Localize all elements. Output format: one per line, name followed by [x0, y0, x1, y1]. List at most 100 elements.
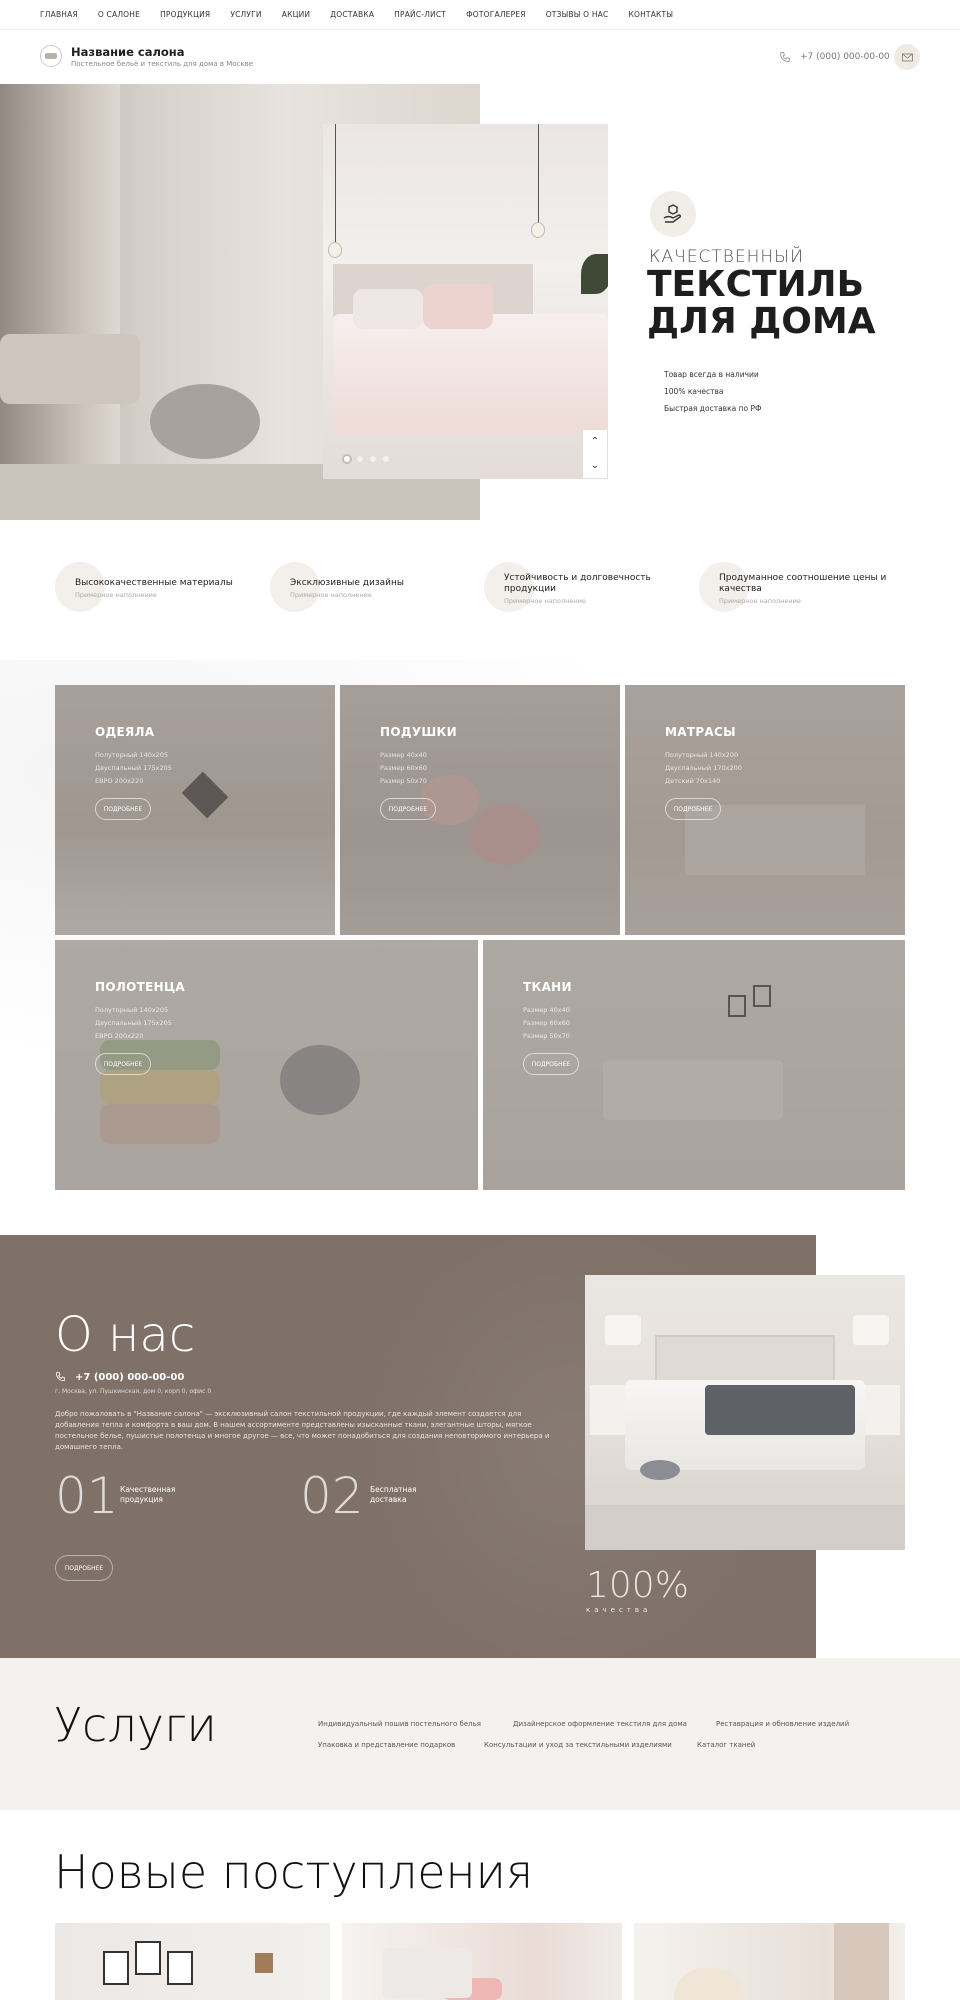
tile-line: Полуторный 140х205: [95, 751, 169, 759]
site-subtitle: Постельное бельё и текстиль для дома в М…: [71, 60, 254, 68]
quality-percent: 100%: [586, 1565, 689, 1606]
hero-title: ТЕКСТИЛЬ ДЛЯ ДОМА: [647, 266, 876, 340]
tile-line: Полуторный 140х200: [665, 751, 739, 759]
service-link[interactable]: Каталог тканей: [697, 1741, 755, 1749]
catalog-tile-mattresses[interactable]: МАТРАСЫ Полуторный 140х200 Двуспальный 1…: [625, 685, 905, 935]
about-bedroom-photo: [585, 1275, 905, 1550]
tile-title: МАТРАСЫ: [665, 725, 736, 739]
tile-line: Детский 70х140: [665, 777, 721, 785]
tile-line: ЕВРО 200х220: [95, 1032, 144, 1040]
feature-title: Устойчивость и долговечность продукции: [504, 573, 651, 594]
new-arrivals-title: Новые поступления: [54, 1845, 534, 1899]
tile-title: ОДЕЯЛА: [95, 725, 155, 739]
tile-line: Двуспальный 170х200: [665, 764, 742, 772]
feature-title: Высококачественные материалы: [75, 578, 233, 588]
nav-reviews[interactable]: ОТЗЫВЫ О НАС: [546, 10, 609, 19]
tile-title: ПОЛОТЕНЦА: [95, 980, 185, 994]
details-button[interactable]: ПОДРОБНЕЕ: [523, 1053, 579, 1075]
stat-number: 01: [55, 1467, 119, 1525]
service-link[interactable]: Дизайнерское оформление текстиля для дом…: [513, 1720, 687, 1728]
header-phone[interactable]: +7 (000) 000-00-00: [800, 52, 890, 62]
new-product-card[interactable]: [634, 1923, 905, 2000]
service-link[interactable]: Реставрация и обновление изделий: [716, 1720, 849, 1728]
phone-icon: [55, 1371, 66, 1382]
feature-subtitle: Примерное наполнение: [290, 591, 372, 599]
hero-title-line2: ДЛЯ ДОМА: [647, 301, 876, 342]
site-header: Название салона Постельное бельё и текст…: [0, 30, 960, 84]
catalog-tile-pillows[interactable]: ПОДУШКИ Размер 40х40 Размер 60х60 Размер…: [340, 685, 620, 935]
nav-services[interactable]: УСЛУГИ: [230, 10, 261, 19]
slider-dots: [344, 456, 389, 462]
tile-line: Размер 50х70: [523, 1032, 570, 1040]
details-button[interactable]: ПОДРОБНЕЕ: [665, 798, 721, 820]
stat-number: 02: [300, 1467, 364, 1525]
site-title[interactable]: Название салона: [71, 45, 185, 59]
new-product-card[interactable]: [55, 1923, 330, 2000]
feature-subtitle: Примерное наполнение: [719, 597, 801, 605]
tile-line: Размер 40х40: [523, 1006, 570, 1014]
feature-subtitle: Примерное наполнение: [504, 597, 586, 605]
hero-benefit: 100% качества: [664, 387, 724, 396]
about-title: О нас: [55, 1307, 196, 1363]
tile-line: Размер 60х60: [523, 1019, 570, 1027]
hero-benefits-list: Товар всегда в наличии 100% качества Быс…: [664, 370, 761, 421]
feature-title: Продуманное соотношение цены и качества: [719, 573, 887, 594]
feature-subtitle: Примерное наполнение: [75, 591, 157, 599]
about-address: г. Москва, ул. Пушкинская, дом 0, корп 0…: [55, 1388, 212, 1395]
details-button[interactable]: ПОДРОБНЕЕ: [380, 798, 436, 820]
hero-benefit: Быстрая доставка по РФ: [664, 404, 762, 413]
chevron-down-icon[interactable]: ⌄: [583, 454, 607, 478]
tile-line: Размер 40х40: [380, 751, 427, 759]
nav-gallery[interactable]: ФОТОГАЛЕРЕЯ: [466, 10, 526, 19]
catalog-tile-blankets[interactable]: ОДЕЯЛА Полуторный 140х205 Двуспальный 17…: [55, 685, 335, 935]
nav-promotions[interactable]: АКЦИИ: [282, 10, 311, 19]
service-link[interactable]: Консультации и уход за текстильными изде…: [484, 1741, 672, 1749]
feature-title: Эксклюзивные дизайны: [290, 578, 404, 588]
services-section: Услуги Индивидуальный пошив постельного …: [0, 1658, 960, 1810]
slider-dot[interactable]: [344, 456, 350, 462]
slider-dot[interactable]: [383, 456, 389, 462]
hero-title-line1: ТЕКСТИЛЬ: [647, 264, 865, 305]
tile-title: ТКАНИ: [523, 980, 572, 994]
details-button[interactable]: ПОДРОБНЕЕ: [95, 798, 151, 820]
feature-item: Эксклюзивные дизайны Примерное наполнени…: [270, 562, 470, 614]
tile-line: ЕВРО 200х220: [95, 777, 144, 785]
about-text: Добро пожаловать в "Название салона" — э…: [55, 1410, 550, 1451]
mail-button[interactable]: [894, 44, 920, 70]
tile-title: ПОДУШКИ: [380, 725, 457, 739]
tile-line: Двуспальный 175х205: [95, 1019, 172, 1027]
about-details-button[interactable]: ПОДРОБНЕЕ: [55, 1555, 113, 1581]
service-link[interactable]: Индивидуальный пошив постельного белья: [318, 1720, 481, 1728]
phone-icon: [780, 52, 790, 62]
about-phone[interactable]: +7 (000) 000-00-00: [75, 1372, 184, 1383]
hands-icon: [650, 191, 696, 237]
mail-icon: [901, 53, 913, 61]
nav-price-list[interactable]: ПРАЙС-ЛИСТ: [394, 10, 446, 19]
nav-about[interactable]: О САЛОНЕ: [98, 10, 140, 19]
tile-line: Двуспальный 175х205: [95, 764, 172, 772]
feature-item: Устойчивость и долговечность продукции П…: [484, 562, 684, 614]
new-product-card[interactable]: [342, 1923, 622, 2000]
nav-home[interactable]: ГЛАВНАЯ: [40, 10, 78, 19]
nav-delivery[interactable]: ДОСТАВКА: [330, 10, 374, 19]
hero-benefit: Товар всегда в наличии: [664, 370, 759, 379]
logo[interactable]: [40, 45, 62, 67]
catalog-tile-fabrics[interactable]: ТКАНИ Размер 40х40 Размер 60х60 Размер 5…: [483, 940, 905, 1190]
slider-dot[interactable]: [357, 456, 363, 462]
nav-contacts[interactable]: КОНТАКТЫ: [628, 10, 673, 19]
hero-slide-image: [323, 124, 608, 479]
service-link[interactable]: Упаковка и представление подарков: [318, 1741, 455, 1749]
tile-line: Размер 60х60: [380, 764, 427, 772]
details-button[interactable]: ПОДРОБНЕЕ: [95, 1053, 151, 1075]
nav-products[interactable]: ПРОДУКЦИЯ: [160, 10, 210, 19]
services-title: Услуги: [54, 1698, 217, 1752]
catalog-tile-towels[interactable]: ПОЛОТЕНЦА Полуторный 140х205 Двуспальный…: [55, 940, 478, 1190]
quality-label: качества: [586, 1606, 652, 1614]
slider-dot[interactable]: [370, 456, 376, 462]
tile-line: Полуторный 140х205: [95, 1006, 169, 1014]
chevron-up-icon[interactable]: ⌃: [583, 430, 607, 454]
feature-item: Продуманное соотношение цены и качества …: [699, 562, 899, 614]
feature-item: Высококачественные материалы Примерное н…: [55, 562, 255, 614]
stat-label: Качественная продукция: [120, 1485, 176, 1504]
tile-line: Размер 50х70: [380, 777, 427, 785]
